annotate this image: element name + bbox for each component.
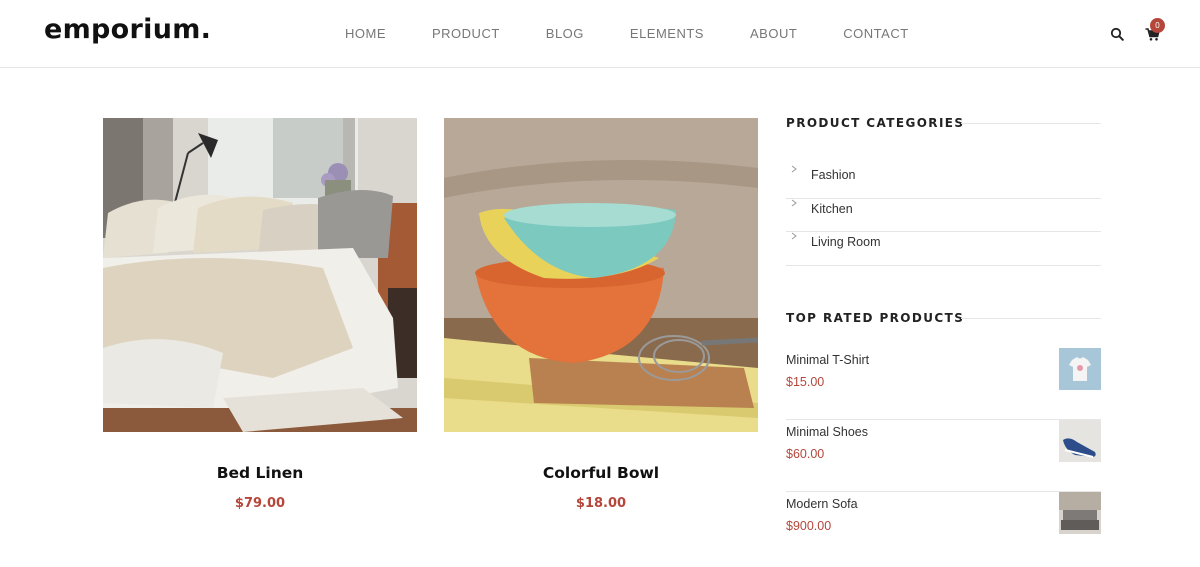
product-price: $79.00	[234, 496, 286, 511]
nav-contact[interactable]: CONTACT	[843, 26, 908, 41]
site-header: emporium. HOME PRODUCT BLOG ELEMENTS ABO…	[0, 0, 1200, 68]
category-item-living-room[interactable]: Living Room	[786, 220, 1101, 266]
nav-product[interactable]: PRODUCT	[432, 26, 500, 41]
title-divider	[961, 317, 1101, 319]
product-name[interactable]: Colorful Bowl	[444, 464, 758, 482]
site-logo[interactable]: emporium.	[44, 14, 211, 45]
rated-product-name[interactable]: Modern Sofa	[786, 497, 858, 511]
rated-product-name[interactable]: Minimal Shoes	[786, 425, 868, 439]
search-icon[interactable]	[1110, 27, 1124, 41]
nav-home[interactable]: HOME	[345, 26, 386, 41]
widget-title-categories: PRODUCT CATEGORIES	[786, 115, 1101, 133]
product-card[interactable]: Bed Linen $79.00	[103, 118, 417, 511]
list-item[interactable]: Minimal Shoes $60.00	[786, 419, 1101, 492]
widget-title-top-rated: TOP RATED PRODUCTS	[786, 310, 1101, 328]
nav-about[interactable]: ABOUT	[750, 26, 797, 41]
chevron-right-icon	[791, 165, 797, 173]
chevron-right-icon	[791, 199, 797, 207]
category-label: Kitchen	[811, 201, 853, 216]
bedroom-photo[interactable]	[103, 118, 417, 432]
list-item[interactable]: Minimal T-Shirt $15.00	[786, 347, 1101, 420]
nav-elements[interactable]: ELEMENTS	[630, 26, 704, 41]
category-list: Fashion Kitchen Living Room	[786, 153, 1101, 266]
cart-count-badge: 0	[1150, 18, 1165, 33]
product-name[interactable]: Bed Linen	[103, 464, 417, 482]
rated-product-price: $900.00	[786, 518, 832, 533]
main-nav: HOME PRODUCT BLOG ELEMENTS ABOUT CONTACT	[345, 26, 909, 41]
nav-blog[interactable]: BLOG	[546, 26, 584, 41]
rated-product-price: $60.00	[786, 446, 825, 461]
product-price: $18.00	[575, 496, 627, 511]
top-rated-title: TOP RATED PRODUCTS	[786, 310, 965, 325]
list-item[interactable]: Modern Sofa $900.00	[786, 491, 1101, 564]
chevron-right-icon	[791, 232, 797, 240]
category-label: Fashion	[811, 168, 856, 183]
bowls-photo[interactable]	[444, 118, 758, 432]
rated-product-name[interactable]: Minimal T-Shirt	[786, 353, 869, 367]
sidebar: PRODUCT CATEGORIES Fashion Kitchen Livin…	[786, 115, 1101, 564]
product-card[interactable]: Colorful Bowl $18.00	[444, 118, 758, 511]
sofa-thumbnail[interactable]	[1059, 491, 1101, 534]
rated-product-price: $15.00	[786, 374, 825, 389]
categories-title: PRODUCT CATEGORIES	[786, 116, 965, 130]
category-label: Living Room	[811, 235, 881, 250]
shoes-thumbnail[interactable]	[1059, 419, 1101, 462]
tshirt-thumbnail[interactable]	[1059, 347, 1101, 390]
top-rated-list: Minimal T-Shirt $15.00 Minimal Shoes $60…	[786, 347, 1101, 564]
title-divider	[961, 123, 1101, 124]
